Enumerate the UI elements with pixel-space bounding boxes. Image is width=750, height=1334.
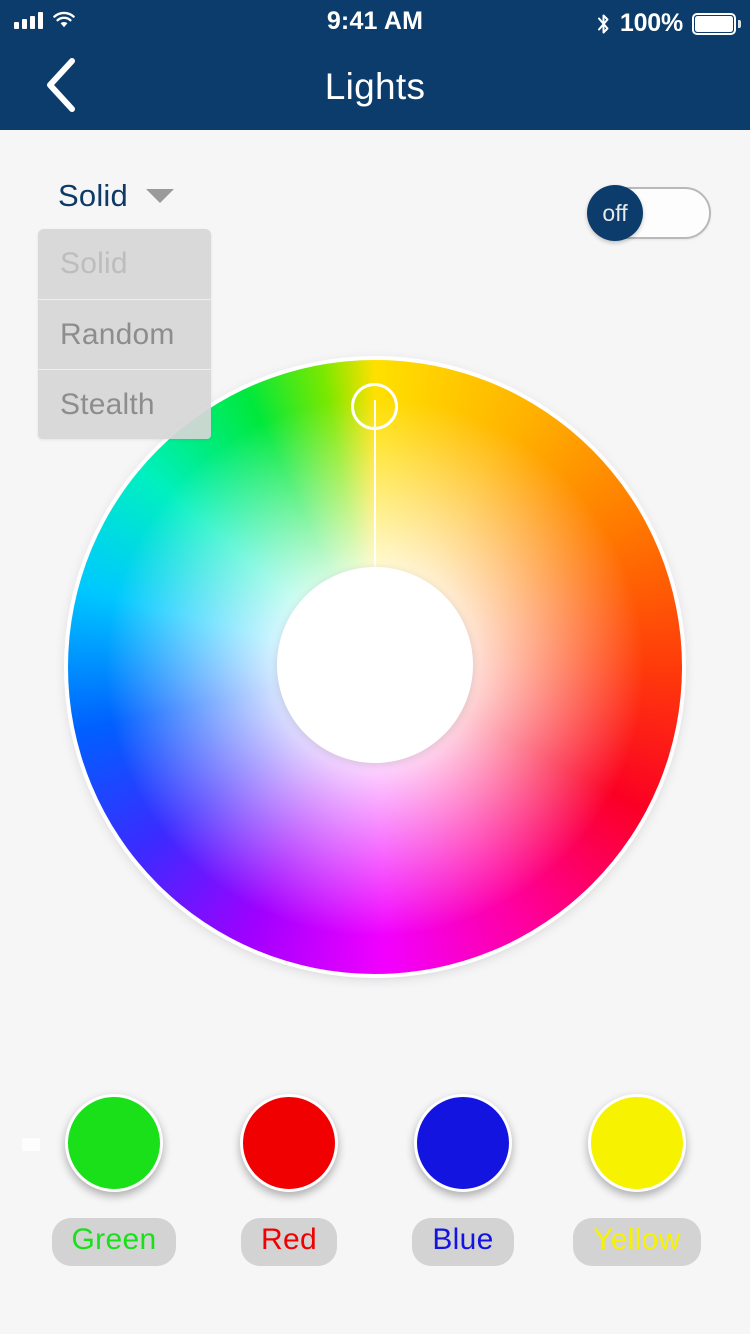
mode-option-solid[interactable]: Solid bbox=[38, 229, 211, 299]
preset-swatch-yellow[interactable] bbox=[588, 1094, 686, 1192]
preset-label-yellow: Yellow bbox=[573, 1218, 701, 1266]
color-wheel-center-preview bbox=[277, 567, 473, 763]
preset-swatch-green[interactable] bbox=[65, 1094, 163, 1192]
status-bar-right: 100% bbox=[596, 9, 741, 38]
mode-dropdown-menu[interactable]: Solid Random Stealth bbox=[38, 229, 211, 439]
bluetooth-icon bbox=[596, 13, 611, 35]
preset-color-green[interactable]: Green bbox=[44, 1094, 184, 1266]
preset-color-red[interactable]: Red bbox=[219, 1094, 359, 1266]
app-screen: 9:41 AM 100% Lights Solid Solid Random S… bbox=[0, 0, 750, 1334]
color-wheel-handle[interactable] bbox=[351, 383, 398, 430]
navigation-bar: Lights bbox=[0, 44, 750, 130]
power-toggle-label: off bbox=[602, 199, 628, 226]
power-toggle-knob: off bbox=[587, 185, 643, 241]
preset-label-blue: Blue bbox=[412, 1218, 514, 1266]
battery-full-icon bbox=[692, 12, 741, 35]
mode-selected-label: Solid bbox=[58, 178, 128, 213]
preset-swatch-blue[interactable] bbox=[414, 1094, 512, 1192]
preset-color-row: Green Red Blue Yellow bbox=[0, 1094, 750, 1274]
render-artifact bbox=[22, 1138, 40, 1151]
page-title: Lights bbox=[324, 66, 426, 107]
preset-label-green: Green bbox=[51, 1218, 177, 1266]
mode-dropdown-trigger[interactable]: Solid bbox=[58, 178, 174, 214]
preset-color-blue[interactable]: Blue bbox=[393, 1094, 533, 1266]
power-toggle-switch[interactable]: off bbox=[587, 185, 711, 241]
chevron-down-icon bbox=[145, 189, 174, 203]
preset-swatch-red[interactable] bbox=[240, 1094, 338, 1192]
battery-percent-label: 100% bbox=[619, 9, 683, 37]
preset-label-red: Red bbox=[241, 1218, 337, 1266]
preset-color-yellow[interactable]: Yellow bbox=[567, 1094, 707, 1266]
mode-option-random[interactable]: Random bbox=[38, 299, 211, 369]
mode-option-stealth[interactable]: Stealth bbox=[38, 369, 211, 439]
color-wheel[interactable] bbox=[68, 360, 682, 974]
status-bar: 9:41 AM 100% bbox=[0, 0, 750, 44]
